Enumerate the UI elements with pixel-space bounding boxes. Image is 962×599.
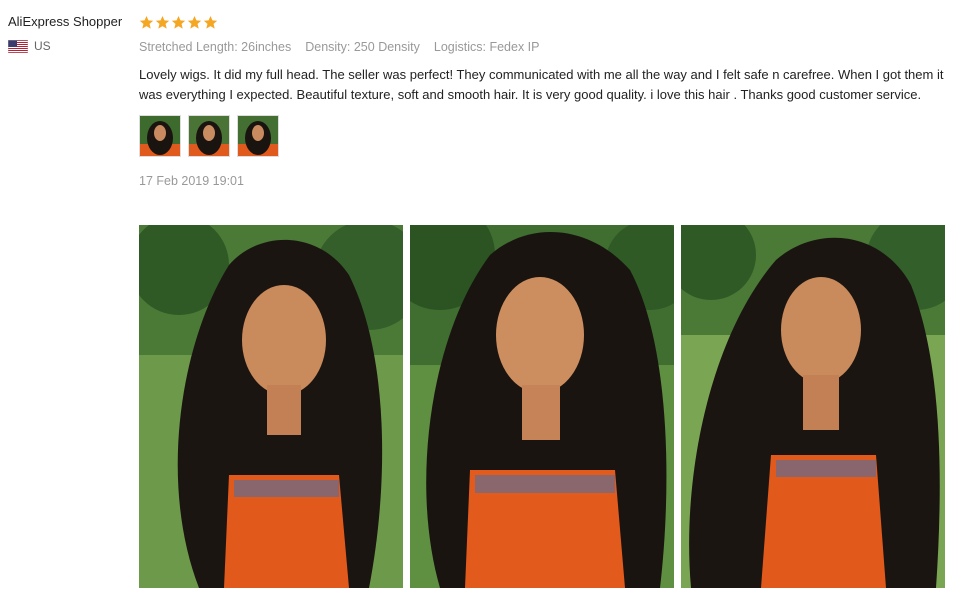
star-icon — [155, 15, 170, 29]
review-thumbnail[interactable] — [237, 115, 279, 157]
star-icon — [171, 15, 186, 29]
review-thumbnail[interactable] — [188, 115, 230, 157]
portrait-thumbnail-image — [238, 116, 278, 156]
attribute-value: 250 Density — [353, 40, 420, 54]
portrait-thumbnail-image — [189, 116, 229, 156]
attribute-length: Stretched Length: 26inches — [139, 40, 291, 54]
attribute-value: Fedex IP — [489, 40, 540, 54]
reviewer-country: US — [8, 39, 136, 53]
review-photos — [139, 225, 945, 588]
review-date: 17 Feb 2019 19:01 — [139, 174, 244, 188]
review-photo[interactable] — [410, 225, 674, 588]
country-code: US — [34, 39, 51, 53]
us-flag-icon — [8, 39, 28, 53]
review-thumbnail[interactable] — [139, 115, 181, 157]
portrait-photo-image — [681, 225, 945, 588]
review-photo[interactable] — [681, 225, 945, 588]
reviewer-info: AliExpress Shopper US — [8, 14, 136, 53]
reviewer-name: AliExpress Shopper — [8, 14, 123, 29]
attribute-value: 26inches — [241, 40, 292, 54]
portrait-thumbnail-image — [140, 116, 180, 156]
attribute-density: Density: 250 Density — [305, 40, 420, 54]
star-rating — [139, 15, 218, 30]
portrait-photo-image — [410, 225, 674, 588]
attribute-label: Density: — [305, 40, 351, 54]
attribute-label: Stretched Length: — [139, 40, 238, 54]
product-attributes: Stretched Length: 26inches Density: 250 … — [139, 40, 949, 54]
review-text: Lovely wigs. It did my full head. The se… — [139, 67, 944, 102]
star-icon — [139, 15, 154, 29]
portrait-photo-image — [139, 225, 403, 588]
review-body: Stretched Length: 26inches Density: 250 … — [139, 40, 949, 188]
star-icon — [203, 15, 218, 29]
star-icon — [187, 15, 202, 29]
attribute-logistics: Logistics: Fedex IP — [434, 40, 540, 54]
attribute-label: Logistics: — [433, 40, 486, 54]
thumbnail-strip — [139, 115, 949, 157]
review-photo[interactable] — [139, 225, 403, 588]
